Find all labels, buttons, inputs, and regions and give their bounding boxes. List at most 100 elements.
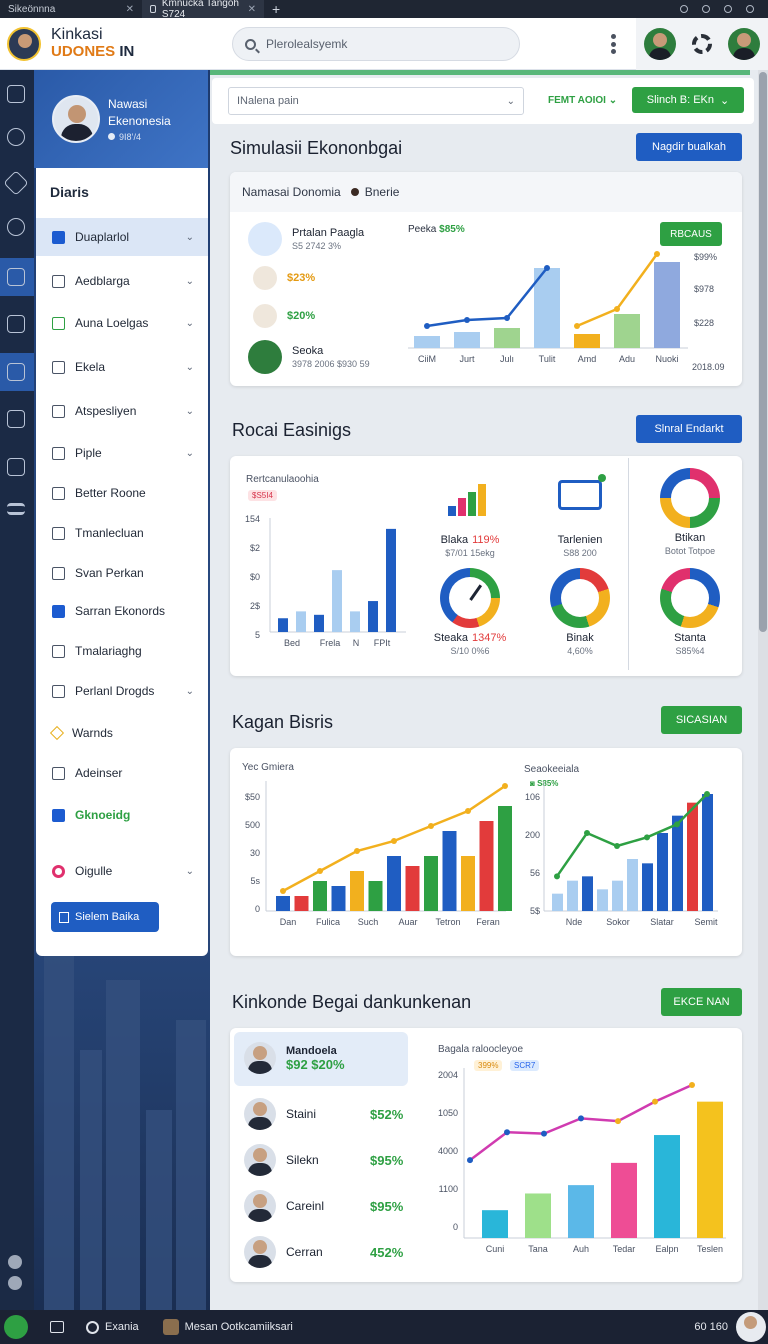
sidebar-item-label: Warnds xyxy=(72,726,113,740)
sidebar-item[interactable]: Piple ⌄ xyxy=(36,434,208,472)
taskbar-avatar[interactable] xyxy=(736,1312,766,1342)
search-input[interactable]: Plerolealsyemk xyxy=(232,27,520,61)
sidebar-item-label: Adeinser xyxy=(75,766,123,780)
app-icon[interactable] xyxy=(162,1319,179,1335)
line-point xyxy=(464,317,470,323)
section4-button[interactable]: EKCE NAN xyxy=(661,988,742,1016)
profile-avatar xyxy=(52,95,100,143)
lock-icon[interactable] xyxy=(7,458,25,476)
sidebar-item[interactable]: Aedblarga ⌄ xyxy=(36,262,208,300)
close-icon[interactable]: ✕ xyxy=(126,4,134,15)
sidebar-item[interactable]: Auna Loelgas ⌄ xyxy=(36,304,208,342)
sidebar-item[interactable]: Ekela ⌄ xyxy=(36,348,208,386)
compass-icon[interactable] xyxy=(7,218,25,236)
sidebar-item[interactable]: Perlanl Drogds ⌄ xyxy=(36,672,208,710)
scrollbar-thumb[interactable] xyxy=(759,72,767,632)
donut-widget-3[interactable]: Stanta S85%4 xyxy=(640,568,740,668)
widget-sub: 4,60% xyxy=(567,646,593,656)
sidebar-item[interactable]: Oigulle ⌄ xyxy=(36,852,208,890)
line-point xyxy=(465,808,471,814)
filter-button-label: Slinch B: EKn xyxy=(646,94,715,106)
sidebar-item[interactable]: Atspesliyen ⌄ xyxy=(36,392,208,430)
y-tick-label: 2$ xyxy=(250,601,260,611)
square-icon xyxy=(52,274,65,288)
sidebar-item[interactable]: Tmalariaghg xyxy=(36,632,208,670)
ranking-card: Mandoela $92 $20% Staini $52% Silekn $95% Care… xyxy=(230,1028,742,1282)
profile-name-line-2: Ekenonesia xyxy=(108,114,171,128)
circle-icon[interactable] xyxy=(86,1320,99,1334)
chat-icon[interactable] xyxy=(50,1321,64,1333)
line-point xyxy=(391,838,397,844)
sidebar-item[interactable]: Adeinser xyxy=(36,754,208,792)
chart-bar xyxy=(294,896,309,911)
donut-widget-1[interactable]: Btikan Botot Totpoe xyxy=(640,468,740,568)
section3-button[interactable]: SICASIAN xyxy=(661,706,742,734)
chat-icon[interactable] xyxy=(7,363,25,381)
sidebar-item[interactable]: Svan Perkan xyxy=(36,554,208,592)
chart-bar xyxy=(614,314,640,348)
app-logo[interactable]: Kinkasi UDONES IN xyxy=(51,26,134,60)
new-tab-icon[interactable]: + xyxy=(272,1,280,17)
business-card: Yec Gmiera Seaokeeiala ◙ S85% $50 500 30 5s… xyxy=(230,748,742,956)
taskbar-item-1[interactable]: Exania xyxy=(105,1321,139,1333)
minimize-icon[interactable] xyxy=(680,5,688,13)
section1-button[interactable]: Nagdir bualkah xyxy=(636,133,742,161)
line-point xyxy=(654,251,660,257)
filter-select[interactable]: INalena pain ⌄ xyxy=(228,87,524,115)
filter-button[interactable]: Slinch B: EKn ⌄ xyxy=(632,87,744,113)
lock-icon xyxy=(150,5,156,13)
browser-tab-2[interactable]: Kmnucka Tangoh S724 ✕ xyxy=(142,0,264,20)
chart-bar xyxy=(552,893,563,911)
menu-icon[interactable] xyxy=(7,503,25,515)
sidebar-item[interactable]: Gknoeidg xyxy=(36,796,208,834)
chart-bar xyxy=(454,332,480,348)
x-tick-label: Sokor xyxy=(606,917,630,927)
bar-chart-widget[interactable]: Blaka 119% $7/01 15ekg xyxy=(420,470,520,570)
panel-icon[interactable] xyxy=(7,315,25,333)
chart-bar xyxy=(386,528,396,632)
line-point xyxy=(614,843,620,849)
more-menu-icon[interactable] xyxy=(610,34,616,54)
widget-pct: 1347% xyxy=(471,632,507,644)
sidebar-action-button[interactable]: Sielem Baika xyxy=(51,902,159,932)
home-icon[interactable] xyxy=(7,85,25,103)
sidebar-item-label: Atspesliyen xyxy=(75,404,137,418)
people-icon[interactable] xyxy=(7,410,25,428)
filter-link[interactable]: FEMT AOIOI ⌄ xyxy=(548,95,617,106)
sidebar-item[interactable]: Better Roone xyxy=(36,474,208,512)
profile-info: Nawasi Ekenonesia 9I8’/4 xyxy=(108,96,171,142)
widget-title: Btikan xyxy=(640,532,740,544)
house-icon[interactable] xyxy=(7,268,25,286)
close-icon[interactable]: ✕ xyxy=(248,4,256,15)
sidebar-item[interactable]: Duaplarlol ⌄ xyxy=(36,218,208,256)
gauge-widget[interactable]: Steaka 1347% S/10 0%6 xyxy=(420,568,520,668)
sidebar-item[interactable]: Tmanlecluan xyxy=(36,514,208,552)
sidebar-item-label: Gknoeidg xyxy=(75,808,131,822)
simulation-card: Namasai Donomia Bnerie Prtalan Paagla S5 … xyxy=(230,172,742,386)
browser-tab-1[interactable]: Sikeönnna ✕ xyxy=(0,0,142,18)
chart-bar xyxy=(278,618,288,632)
donut-widget-2[interactable]: Binak 4,60% xyxy=(530,568,630,668)
sidebar-action-label: Sielem Baika xyxy=(75,911,140,923)
chart-bar xyxy=(313,881,327,911)
close-window-icon[interactable] xyxy=(746,5,754,13)
section2-button[interactable]: Slnral Endarkt xyxy=(636,415,742,443)
widget-title-text: Btikan xyxy=(674,532,706,544)
start-icon[interactable] xyxy=(4,1315,28,1339)
x-tick-label: Auar xyxy=(398,917,417,927)
widget-sub: S88 200 xyxy=(563,548,597,558)
x-tick-label: Semit xyxy=(694,917,718,927)
building-widget[interactable]: Tarlenien S88 200 xyxy=(530,470,630,570)
profile-avatar[interactable] xyxy=(728,28,760,60)
scrollbar[interactable] xyxy=(758,70,768,1310)
sidebar-item[interactable]: Sarran Ekonords xyxy=(36,592,208,630)
gear-icon[interactable] xyxy=(692,34,712,54)
user-profile-card[interactable]: Nawasi Ekenonesia 9I8’/4 xyxy=(34,70,208,168)
settings-icon[interactable] xyxy=(724,5,732,13)
clock-icon[interactable] xyxy=(7,128,25,146)
sidebar-item[interactable]: Warnds xyxy=(36,714,208,752)
tag-icon[interactable] xyxy=(3,170,29,196)
taskbar-item-2[interactable]: Mesan Ootkcamiiksari xyxy=(185,1321,293,1333)
sidebar-item-label: Piple xyxy=(75,446,102,460)
user-avatar[interactable] xyxy=(644,28,676,60)
